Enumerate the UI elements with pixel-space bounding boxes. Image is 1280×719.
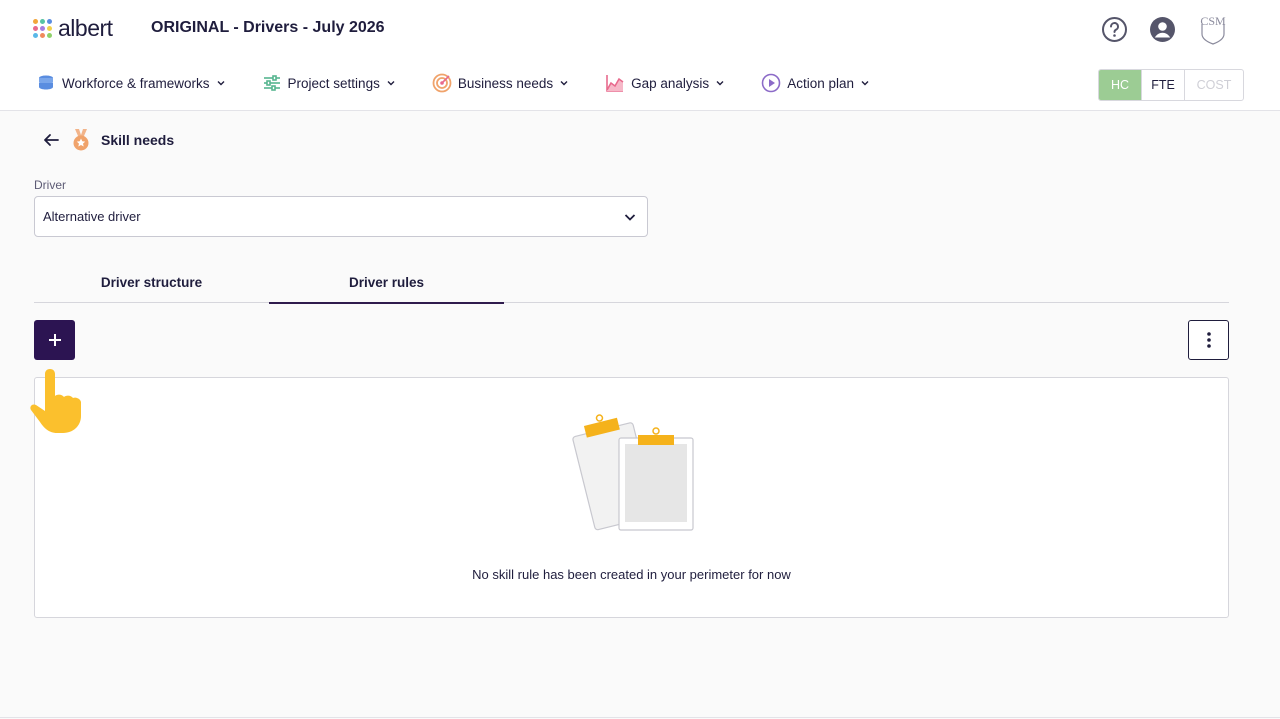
unit-hc-button[interactable]: HC [1099,70,1142,100]
medal-icon [70,128,92,152]
more-vertical-icon [1206,332,1211,348]
chevron-down-icon [387,81,395,86]
driver-select[interactable]: Alternative driver [34,196,648,237]
csm-logo-text: CSM [1200,14,1226,28]
chevron-down-icon [217,81,225,86]
rules-panel: No skill rule has been created in your p… [34,377,1229,618]
nav-project-settings[interactable]: Project settings [262,73,396,93]
logo-dots-icon [33,19,52,38]
chevron-down-icon [861,81,869,86]
tab-driver-rules[interactable]: Driver rules [269,262,504,304]
breadcrumb: Skill needs [40,128,174,152]
project-title: ORIGINAL - Drivers - July 2026 [151,19,385,36]
main-nav: Workforce & frameworks Project settings … [36,73,906,93]
unit-cost-button[interactable]: COST [1185,70,1243,100]
plus-icon [48,334,61,346]
pointing-hand-icon [30,369,81,433]
chevron-down-icon [624,213,636,221]
page-title: Skill needs [101,132,175,148]
nav-label: Action plan [787,75,854,91]
back-arrow-icon[interactable] [40,129,62,151]
albert-logo[interactable]: albert [33,15,113,42]
nav-gap-analysis[interactable]: Gap analysis [605,73,725,93]
logo-text: albert [58,15,113,41]
unit-fte-button[interactable]: FTE [1142,70,1185,100]
driver-tabs: Driver structure Driver rules [34,262,1229,304]
target-icon [432,73,452,93]
nav-label: Business needs [457,75,554,91]
tab-driver-structure[interactable]: Driver structure [34,262,269,303]
app-header: albert ORIGINAL - Drivers - July 2026 CS… [0,0,1280,111]
sliders-icon [262,73,282,93]
chevron-down-icon [560,81,568,86]
add-rule-button[interactable] [34,320,75,360]
more-options-button[interactable] [1188,320,1229,360]
user-account-icon[interactable] [1148,15,1176,43]
nav-business-needs[interactable]: Business needs [432,73,569,93]
empty-clipboards-illustration [572,414,694,531]
nav-label: Workforce & frameworks [62,75,210,91]
nav-workforce-frameworks[interactable]: Workforce & frameworks [36,73,226,93]
chevron-down-icon [716,81,724,86]
play-circle-icon [761,73,781,93]
driver-select-value: Alternative driver [43,209,141,224]
unit-toggle: HC FTE COST [1098,69,1244,101]
empty-state-message: No skill rule has been created in your p… [472,567,791,582]
nav-label: Gap analysis [631,75,710,91]
chart-line-icon [605,73,625,93]
footer-divider [0,717,1280,718]
nav-action-plan[interactable]: Action plan [761,73,870,93]
database-icon [36,73,56,93]
csm-org-logo[interactable]: CSM [1196,12,1230,46]
nav-label: Project settings [287,75,380,91]
help-circle-icon[interactable] [1100,15,1128,43]
driver-label: Driver [34,178,66,192]
